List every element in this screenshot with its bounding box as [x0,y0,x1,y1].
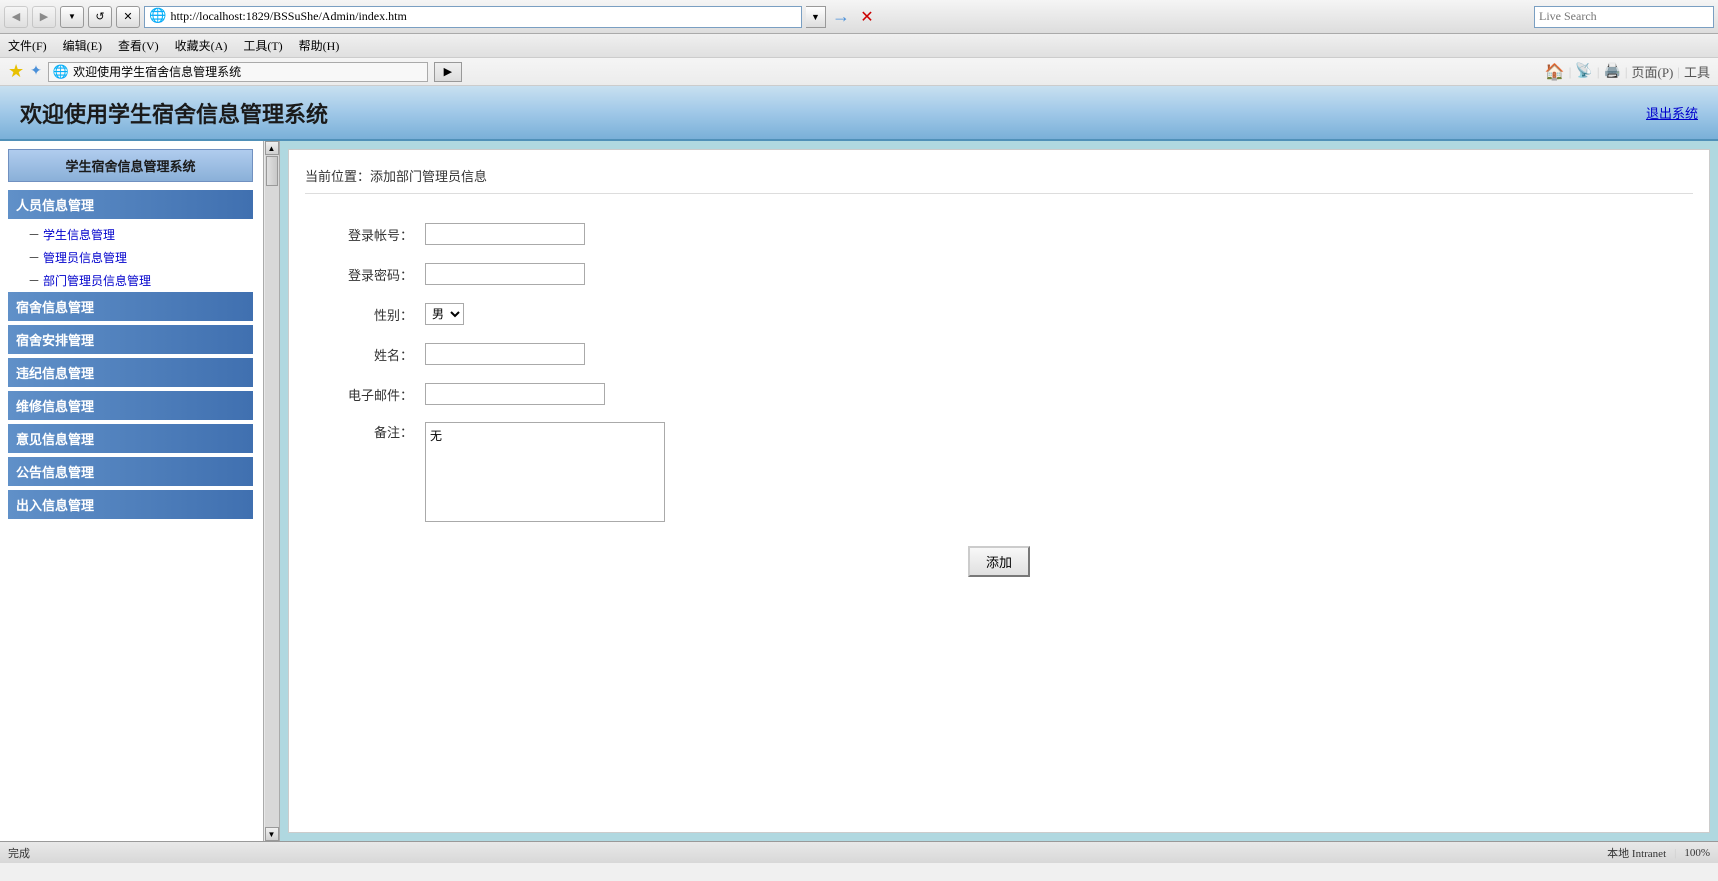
tools-icon[interactable]: 工具 [1684,62,1710,81]
name-row: 姓名： [305,334,1693,374]
sidebar: 学生宿舍信息管理系统 人员信息管理 － 学生信息管理 － 管理员信息管理 [0,141,280,841]
sidebar-item-feedback[interactable]: 意见信息管理 [8,424,253,453]
login-password-row: 登录密码： [305,254,1693,294]
sidebar-item-dept-admin[interactable]: － 部门管理员信息管理 [8,269,253,292]
forward-button[interactable]: ▶ [32,6,56,28]
submit-button[interactable]: 添加 [968,546,1030,577]
navigate-button[interactable]: → [830,6,852,28]
menu-bar: 文件(F) 编辑(E) 查看(V) 收藏夹(A) 工具(T) 帮助(H) [0,34,1718,58]
print-icon[interactable]: 🖨️ [1603,63,1620,80]
logout-link[interactable]: 退出系统 [1646,103,1698,122]
add-form: 登录帐号： 登录密码： 性别： [305,214,1693,526]
zoom-text: 100% [1684,847,1710,859]
location-text: 当前位置：添加部门管理员信息 [305,169,487,184]
header-title: 欢迎使用学生宿舍信息管理系统 [20,97,328,129]
sidebar-item-dorm-arrange[interactable]: 宿舍安排管理 [8,325,253,354]
favorites-bar: ★ ✦ 🌐 ▶ 🏠 | 📡 | 🖨️ | 页面(P) | 工具 [0,58,1718,86]
submit-row: 添加 [305,546,1693,577]
login-account-row: 登录帐号： [305,214,1693,254]
sidebar-item-admin[interactable]: － 管理员信息管理 [8,246,253,269]
scroll-down-button[interactable]: ▼ [265,827,279,841]
address-bar: 🌐 [144,6,802,28]
sidebar-title: 学生宿舍信息管理系统 [8,149,253,182]
favorites-add[interactable]: ✦ [30,63,42,80]
note-row: 备注： 无 [305,414,1693,526]
home-icon[interactable]: 🏠 [1545,62,1565,82]
gender-label: 性别： [305,294,425,334]
favorites-go-btn[interactable]: ▶ [434,62,462,82]
page-icon[interactable]: 页面(P) [1631,62,1673,81]
sidebar-scrollbar: ▲ ▼ [263,141,279,841]
name-field [425,334,1693,374]
email-field [425,374,1693,414]
sidebar-inner: 学生宿舍信息管理系统 人员信息管理 － 学生信息管理 － 管理员信息管理 [8,149,271,519]
note-field: 无 [425,414,1693,526]
menu-edit[interactable]: 编辑(E) [63,37,102,54]
stop-button[interactable]: ✕ [116,6,140,28]
page-wrapper: 欢迎使用学生宿舍信息管理系统 退出系统 学生宿舍信息管理系统 人员信息管理 － … [0,86,1718,841]
email-label: 电子邮件： [305,374,425,414]
login-password-field [425,254,1693,294]
back-button[interactable]: ◀ [4,6,28,28]
login-account-field [425,214,1693,254]
login-password-input[interactable] [425,263,585,285]
refresh-button[interactable]: ↺ [88,6,112,28]
sidebar-subitems-personnel: － 学生信息管理 － 管理员信息管理 － 部门管理员信息管理 [8,223,253,292]
sidebar-item-dorm-info[interactable]: 宿舍信息管理 [8,292,253,321]
gender-select[interactable]: 男 女 [425,303,464,325]
address-input[interactable] [170,9,797,24]
sidebar-item-maintenance[interactable]: 维修信息管理 [8,391,253,420]
feed-icon[interactable]: 📡 [1575,63,1592,80]
dropdown-button[interactable]: ▼ [60,6,84,28]
sidebar-item-announcement[interactable]: 公告信息管理 [8,457,253,486]
menu-view[interactable]: 查看(V) [118,37,159,54]
name-label: 姓名： [305,334,425,374]
favorites-address-input[interactable] [73,64,423,79]
email-row: 电子邮件： [305,374,1693,414]
zone-text: 本地 Intranet [1607,845,1666,861]
scroll-track [265,155,279,827]
email-input[interactable] [425,383,605,405]
live-search-input[interactable] [1539,9,1709,24]
sidebar-item-access[interactable]: 出入信息管理 [8,490,253,519]
scroll-up-button[interactable]: ▲ [265,141,279,155]
main-content: 当前位置：添加部门管理员信息 登录帐号： 登录密码： [288,149,1710,833]
content-area: 学生宿舍信息管理系统 人员信息管理 － 学生信息管理 － 管理员信息管理 [0,141,1718,841]
address-go-button[interactable]: ▼ [806,6,826,28]
menu-favorites[interactable]: 收藏夹(A) [175,37,228,54]
sidebar-item-violation[interactable]: 违纪信息管理 [8,358,253,387]
note-label: 备注： [305,414,425,526]
browser-window: ◀ ▶ ▼ ↺ ✕ 🌐 ▼ → ✕ Live Search 文件(F) 编辑(E… [0,0,1718,881]
status-text: 完成 [8,845,30,861]
live-search-box: Live Search [1534,6,1714,28]
login-password-label: 登录密码： [305,254,425,294]
stop-icon-button[interactable]: ✕ [856,6,878,28]
name-input[interactable] [425,343,585,365]
login-account-input[interactable] [425,223,585,245]
nav-bar: ◀ ▶ ▼ ↺ ✕ 🌐 ▼ → ✕ Live Search [0,0,1718,34]
toolbar-icons: 🏠 | 📡 | 🖨️ | 页面(P) | 工具 [1545,62,1710,82]
sidebar-item-personnel[interactable]: 人员信息管理 [8,190,253,219]
location-bar: 当前位置：添加部门管理员信息 [305,166,1693,194]
scroll-thumb[interactable] [266,156,278,186]
note-textarea[interactable]: 无 [425,422,665,522]
header-bar: 欢迎使用学生宿舍信息管理系统 退出系统 [0,86,1718,141]
status-bar: 完成 本地 Intranet | 100% [0,841,1718,863]
gender-field: 男 女 [425,294,1693,334]
menu-help[interactable]: 帮助(H) [299,37,340,54]
gender-row: 性别： 男 女 [305,294,1693,334]
menu-file[interactable]: 文件(F) [8,37,47,54]
login-account-label: 登录帐号： [305,214,425,254]
favorites-star[interactable]: ★ [8,61,24,82]
sidebar-item-student[interactable]: － 学生信息管理 [8,223,253,246]
menu-tools[interactable]: 工具(T) [243,37,282,54]
